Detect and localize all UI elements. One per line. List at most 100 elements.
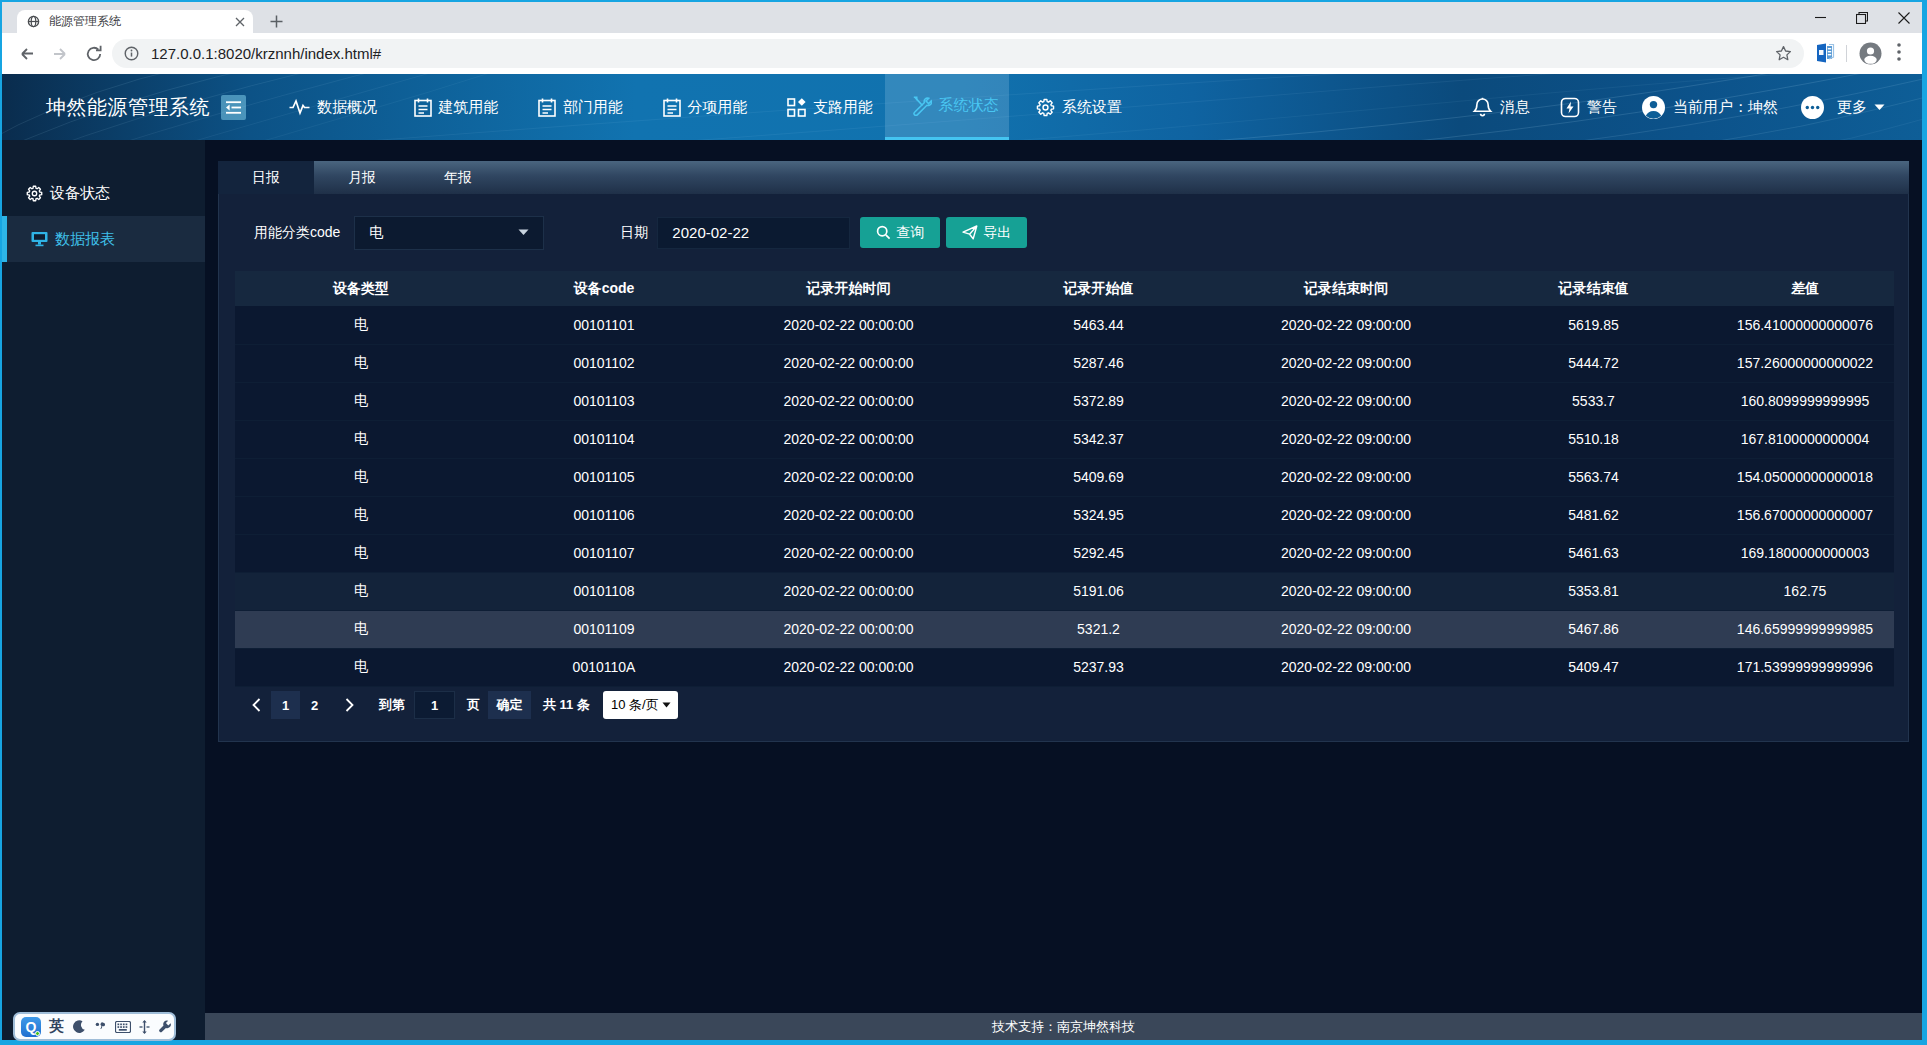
current-user[interactable]: 当前用户：坤然 xyxy=(1641,95,1778,120)
table-row[interactable]: 电001011072020-02-22 00:00:005292.452020-… xyxy=(235,534,1894,572)
table-cell: 00101101 xyxy=(487,306,721,344)
page-info-icon[interactable] xyxy=(124,46,139,61)
table-row[interactable]: 电0010110A2020-02-22 00:00:005237.932020-… xyxy=(235,648,1894,686)
forward-button[interactable] xyxy=(51,44,71,64)
nav-item-system-settings[interactable]: 系统设置 xyxy=(1009,74,1134,140)
ime-wrench-icon[interactable] xyxy=(158,1020,172,1034)
window-border-top xyxy=(0,0,1927,2)
filter-row: 用能分类code 电 日期 2020-02-22 查询 导出 xyxy=(219,194,1908,271)
tab-title: 能源管理系统 xyxy=(49,13,235,30)
pagination: 1 2 到第 1 页 确定 共 11 条 10 条/页 xyxy=(235,690,678,720)
date-input[interactable]: 2020-02-22 xyxy=(657,217,850,249)
table-row[interactable]: 电001011092020-02-22 00:00:005321.22020-0… xyxy=(235,610,1894,648)
address-bar[interactable]: 127.0.0.1:8020/krznnh/index.html# xyxy=(112,39,1804,68)
goto-page-input[interactable]: 1 xyxy=(414,691,455,719)
url-text[interactable]: 127.0.0.1:8020/krznnh/index.html# xyxy=(151,45,1775,62)
browser-menu-icon[interactable] xyxy=(1897,43,1901,61)
alerts-button[interactable]: 警告 xyxy=(1560,97,1617,118)
sidebar-item-device-status[interactable]: 设备状态 xyxy=(2,170,205,216)
window-border-bottom xyxy=(0,1040,1927,1045)
table-cell: 2020-02-22 00:00:00 xyxy=(721,610,976,648)
pulse-icon xyxy=(289,98,310,116)
gear-icon xyxy=(1036,98,1055,117)
ime-language-toggle[interactable]: 英 xyxy=(49,1017,64,1036)
table-row[interactable]: 电001011022020-02-22 00:00:005287.462020-… xyxy=(235,344,1894,382)
browser-tab[interactable]: 能源管理系统 xyxy=(17,10,253,33)
table-row[interactable]: 电001011062020-02-22 00:00:005324.952020-… xyxy=(235,496,1894,534)
browser-profile-avatar[interactable] xyxy=(1859,42,1882,65)
nav-item-building-energy[interactable]: 建筑用能 xyxy=(387,74,512,140)
back-button[interactable] xyxy=(16,44,36,64)
table-header: 设备类型设备code记录开始时间记录开始值记录结束时间记录结束值差值 xyxy=(235,271,1894,306)
extension-icon[interactable] xyxy=(1814,42,1836,64)
nav-item-data-overview[interactable]: 数据概况 xyxy=(262,74,387,140)
nav-item-branch-energy[interactable]: 支路用能 xyxy=(760,74,885,140)
table-cell: 146.65999999999985 xyxy=(1716,610,1894,648)
ime-fullhalf-moon-icon[interactable] xyxy=(72,1020,86,1034)
table-cell: 2020-02-22 00:00:00 xyxy=(721,496,976,534)
footer-text: 技术支持：南京坤然科技 xyxy=(992,1018,1135,1036)
main-nav: 数据概况 建筑用能 部门用能 分项用能 支路用能 系统状态 系统设置 xyxy=(262,74,1134,140)
table-cell: 5461.63 xyxy=(1471,534,1716,572)
ime-logo-icon[interactable]: Q xyxy=(21,1017,41,1037)
reload-button[interactable] xyxy=(84,44,104,64)
ime-punctuation-icon[interactable] xyxy=(94,1020,107,1033)
nav-item-subitem-energy[interactable]: 分项用能 xyxy=(636,74,761,140)
table-cell: 00101104 xyxy=(487,420,721,458)
prev-page-icon[interactable] xyxy=(250,698,262,712)
table-cell: 160.8099999999995 xyxy=(1716,382,1894,420)
table-row[interactable]: 电001011012020-02-22 00:00:005463.442020-… xyxy=(235,306,1894,344)
table-cell: 2020-02-22 00:00:00 xyxy=(721,306,976,344)
page-button-1[interactable]: 1 xyxy=(271,691,300,719)
table-cell: 2020-02-22 00:00:00 xyxy=(721,572,976,610)
tab-monthly-report[interactable]: 月报 xyxy=(314,161,410,194)
table-column-header: 设备类型 xyxy=(235,271,487,306)
page-button-2[interactable]: 2 xyxy=(300,691,329,719)
ime-text-cursor-icon[interactable] xyxy=(139,1020,150,1034)
table-cell: 电 xyxy=(235,496,487,534)
browser-tabstrip: 能源管理系统 xyxy=(2,2,1922,33)
table-row[interactable]: 电001011042020-02-22 00:00:005342.372020-… xyxy=(235,420,1894,458)
table-cell: 157.26000000000022 xyxy=(1716,344,1894,382)
table-cell: 5321.2 xyxy=(976,610,1221,648)
nav-item-department-energy[interactable]: 部门用能 xyxy=(511,74,636,140)
confirm-button[interactable]: 确定 xyxy=(488,691,531,719)
table-cell: 2020-02-22 09:00:00 xyxy=(1221,344,1471,382)
footer: 技术支持：南京坤然科技 xyxy=(205,1013,1922,1040)
window-restore-button[interactable] xyxy=(1856,12,1868,24)
table-cell: 电 xyxy=(235,610,487,648)
table-cell: 2020-02-22 09:00:00 xyxy=(1221,610,1471,648)
window-minimize-button[interactable] xyxy=(1815,12,1826,23)
more-menu[interactable]: 更多 xyxy=(1800,95,1885,120)
ime-keyboard-icon[interactable] xyxy=(115,1021,131,1033)
table-cell: 5444.72 xyxy=(1471,344,1716,382)
query-button[interactable]: 查询 xyxy=(860,217,940,248)
messages-button[interactable]: 消息 xyxy=(1472,97,1530,118)
tab-yearly-report[interactable]: 年报 xyxy=(410,161,506,194)
sidebar-item-data-report[interactable]: 数据报表 xyxy=(2,216,205,262)
table-row[interactable]: 电001011082020-02-22 00:00:005191.062020-… xyxy=(235,572,1894,610)
table-column-header: 差值 xyxy=(1716,271,1894,306)
alert-lightning-icon xyxy=(1560,97,1580,118)
table-cell: 2020-02-22 09:00:00 xyxy=(1221,306,1471,344)
bookmark-star-icon[interactable] xyxy=(1775,45,1792,62)
nav-item-system-status[interactable]: 系统状态 xyxy=(885,74,1010,140)
category-select[interactable]: 电 xyxy=(354,216,544,250)
window-close-button[interactable] xyxy=(1898,12,1910,24)
next-page-icon[interactable] xyxy=(343,698,355,712)
table-cell: 5372.89 xyxy=(976,382,1221,420)
select-caret-icon xyxy=(518,229,529,236)
tab-close-icon[interactable] xyxy=(235,17,245,27)
table-cell: 5619.85 xyxy=(1471,306,1716,344)
table-cell: 2020-02-22 09:00:00 xyxy=(1221,496,1471,534)
table-row[interactable]: 电001011052020-02-22 00:00:005409.692020-… xyxy=(235,458,1894,496)
search-icon xyxy=(876,225,891,240)
table-column-header: 记录开始时间 xyxy=(721,271,976,306)
page-size-select[interactable]: 10 条/页 xyxy=(603,691,678,719)
chevron-down-icon xyxy=(1874,104,1885,111)
tab-daily-report[interactable]: 日报 xyxy=(218,161,314,194)
export-button[interactable]: 导出 xyxy=(946,217,1027,248)
table-row[interactable]: 电001011032020-02-22 00:00:005372.892020-… xyxy=(235,382,1894,420)
new-tab-button[interactable] xyxy=(265,11,287,33)
sidebar-collapse-button[interactable] xyxy=(221,95,246,120)
